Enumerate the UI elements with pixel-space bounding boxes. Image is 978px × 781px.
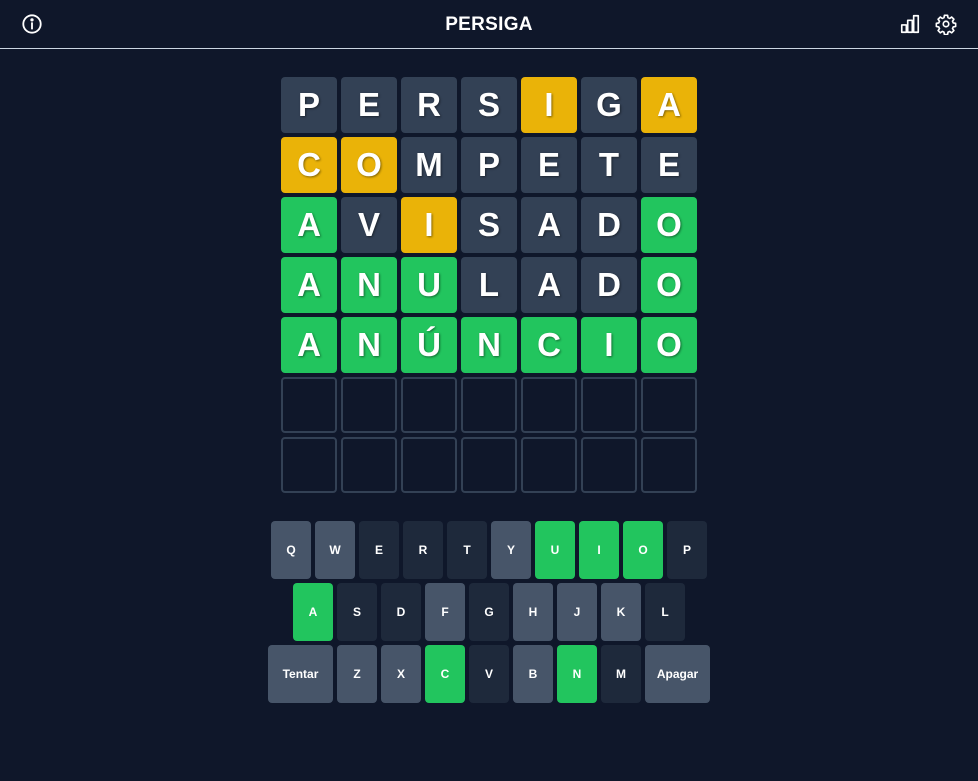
letter-tile: U (401, 257, 457, 313)
letter-tile (521, 377, 577, 433)
key-s[interactable]: S (337, 583, 377, 641)
key-u[interactable]: U (535, 521, 575, 579)
key-t[interactable]: T (447, 521, 487, 579)
letter-tile: N (461, 317, 517, 373)
letter-tile: O (641, 197, 697, 253)
board-row: PERSIGA (281, 77, 697, 133)
delete-key[interactable]: Apagar (645, 645, 710, 703)
key-g[interactable]: G (469, 583, 509, 641)
on-screen-keyboard: Q W E R T Y U I O P A S D F G H J K L Tentar Z X C V B N M Apagar (0, 521, 978, 707)
key-c[interactable]: C (425, 645, 465, 703)
letter-tile: I (581, 317, 637, 373)
board-row: ANÚNCIO (281, 317, 697, 373)
keyboard-row: ASDFGHJKL (0, 583, 978, 641)
letter-tile: D (581, 257, 637, 313)
letter-tile: T (581, 137, 637, 193)
key-j[interactable]: J (557, 583, 597, 641)
key-i[interactable]: I (579, 521, 619, 579)
letter-tile: A (281, 197, 337, 253)
letter-tile (641, 377, 697, 433)
letter-tile: O (641, 317, 697, 373)
letter-tile: L (461, 257, 517, 313)
keyboard-row: QWERTYUIOP (0, 521, 978, 579)
key-a[interactable]: A (293, 583, 333, 641)
gear-icon[interactable] (935, 13, 957, 35)
key-m[interactable]: M (601, 645, 641, 703)
top-bar: PERSIGA (0, 0, 978, 49)
letter-tile: E (641, 137, 697, 193)
key-e[interactable]: E (359, 521, 399, 579)
letter-tile: D (581, 197, 637, 253)
letter-tile (341, 437, 397, 493)
board-row (281, 377, 697, 433)
board-row (281, 437, 697, 493)
key-y[interactable]: Y (491, 521, 531, 579)
key-p[interactable]: P (667, 521, 707, 579)
letter-tile: A (281, 257, 337, 313)
letter-tile (461, 437, 517, 493)
key-o[interactable]: O (623, 521, 663, 579)
letter-tile: E (341, 77, 397, 133)
letter-tile: A (521, 197, 577, 253)
key-f[interactable]: F (425, 583, 465, 641)
letter-tile: R (401, 77, 457, 133)
board-row: ANULADO (281, 257, 697, 313)
key-z[interactable]: Z (337, 645, 377, 703)
letter-tile (341, 377, 397, 433)
keyboard-row: Tentar Z X C V B N M Apagar (0, 645, 978, 703)
letter-tile (281, 377, 337, 433)
letter-tile: A (521, 257, 577, 313)
letter-tile: I (401, 197, 457, 253)
key-n[interactable]: N (557, 645, 597, 703)
key-l[interactable]: L (645, 583, 685, 641)
game-board: PERSIGACOMPETEAVISADOANULADOANÚNCIO (281, 77, 697, 497)
key-q[interactable]: Q (271, 521, 311, 579)
letter-tile: V (341, 197, 397, 253)
key-h[interactable]: H (513, 583, 553, 641)
bar-chart-icon[interactable] (899, 13, 921, 35)
board-row: COMPETE (281, 137, 697, 193)
letter-tile: N (341, 257, 397, 313)
game-title: PERSIGA (445, 14, 533, 35)
key-x[interactable]: X (381, 645, 421, 703)
letter-tile (521, 437, 577, 493)
letter-tile (581, 437, 637, 493)
letter-tile: E (521, 137, 577, 193)
submit-key[interactable]: Tentar (268, 645, 333, 703)
letter-tile (281, 437, 337, 493)
letter-tile (641, 437, 697, 493)
key-v[interactable]: V (469, 645, 509, 703)
letter-tile: O (641, 257, 697, 313)
letter-tile: C (521, 317, 577, 373)
letter-tile: N (341, 317, 397, 373)
letter-tile: P (281, 77, 337, 133)
board-row: AVISADO (281, 197, 697, 253)
letter-tile: I (521, 77, 577, 133)
letter-tile: Ú (401, 317, 457, 373)
key-r[interactable]: R (403, 521, 443, 579)
letter-tile: G (581, 77, 637, 133)
key-k[interactable]: K (601, 583, 641, 641)
letter-tile (581, 377, 637, 433)
letter-tile: A (641, 77, 697, 133)
letter-tile (461, 377, 517, 433)
letter-tile: C (281, 137, 337, 193)
letter-tile: A (281, 317, 337, 373)
key-w[interactable]: W (315, 521, 355, 579)
letter-tile: S (461, 77, 517, 133)
letter-tile: S (461, 197, 517, 253)
key-b[interactable]: B (513, 645, 553, 703)
letter-tile: O (341, 137, 397, 193)
letter-tile: M (401, 137, 457, 193)
letter-tile (401, 377, 457, 433)
letter-tile: P (461, 137, 517, 193)
letter-tile (401, 437, 457, 493)
key-d[interactable]: D (381, 583, 421, 641)
